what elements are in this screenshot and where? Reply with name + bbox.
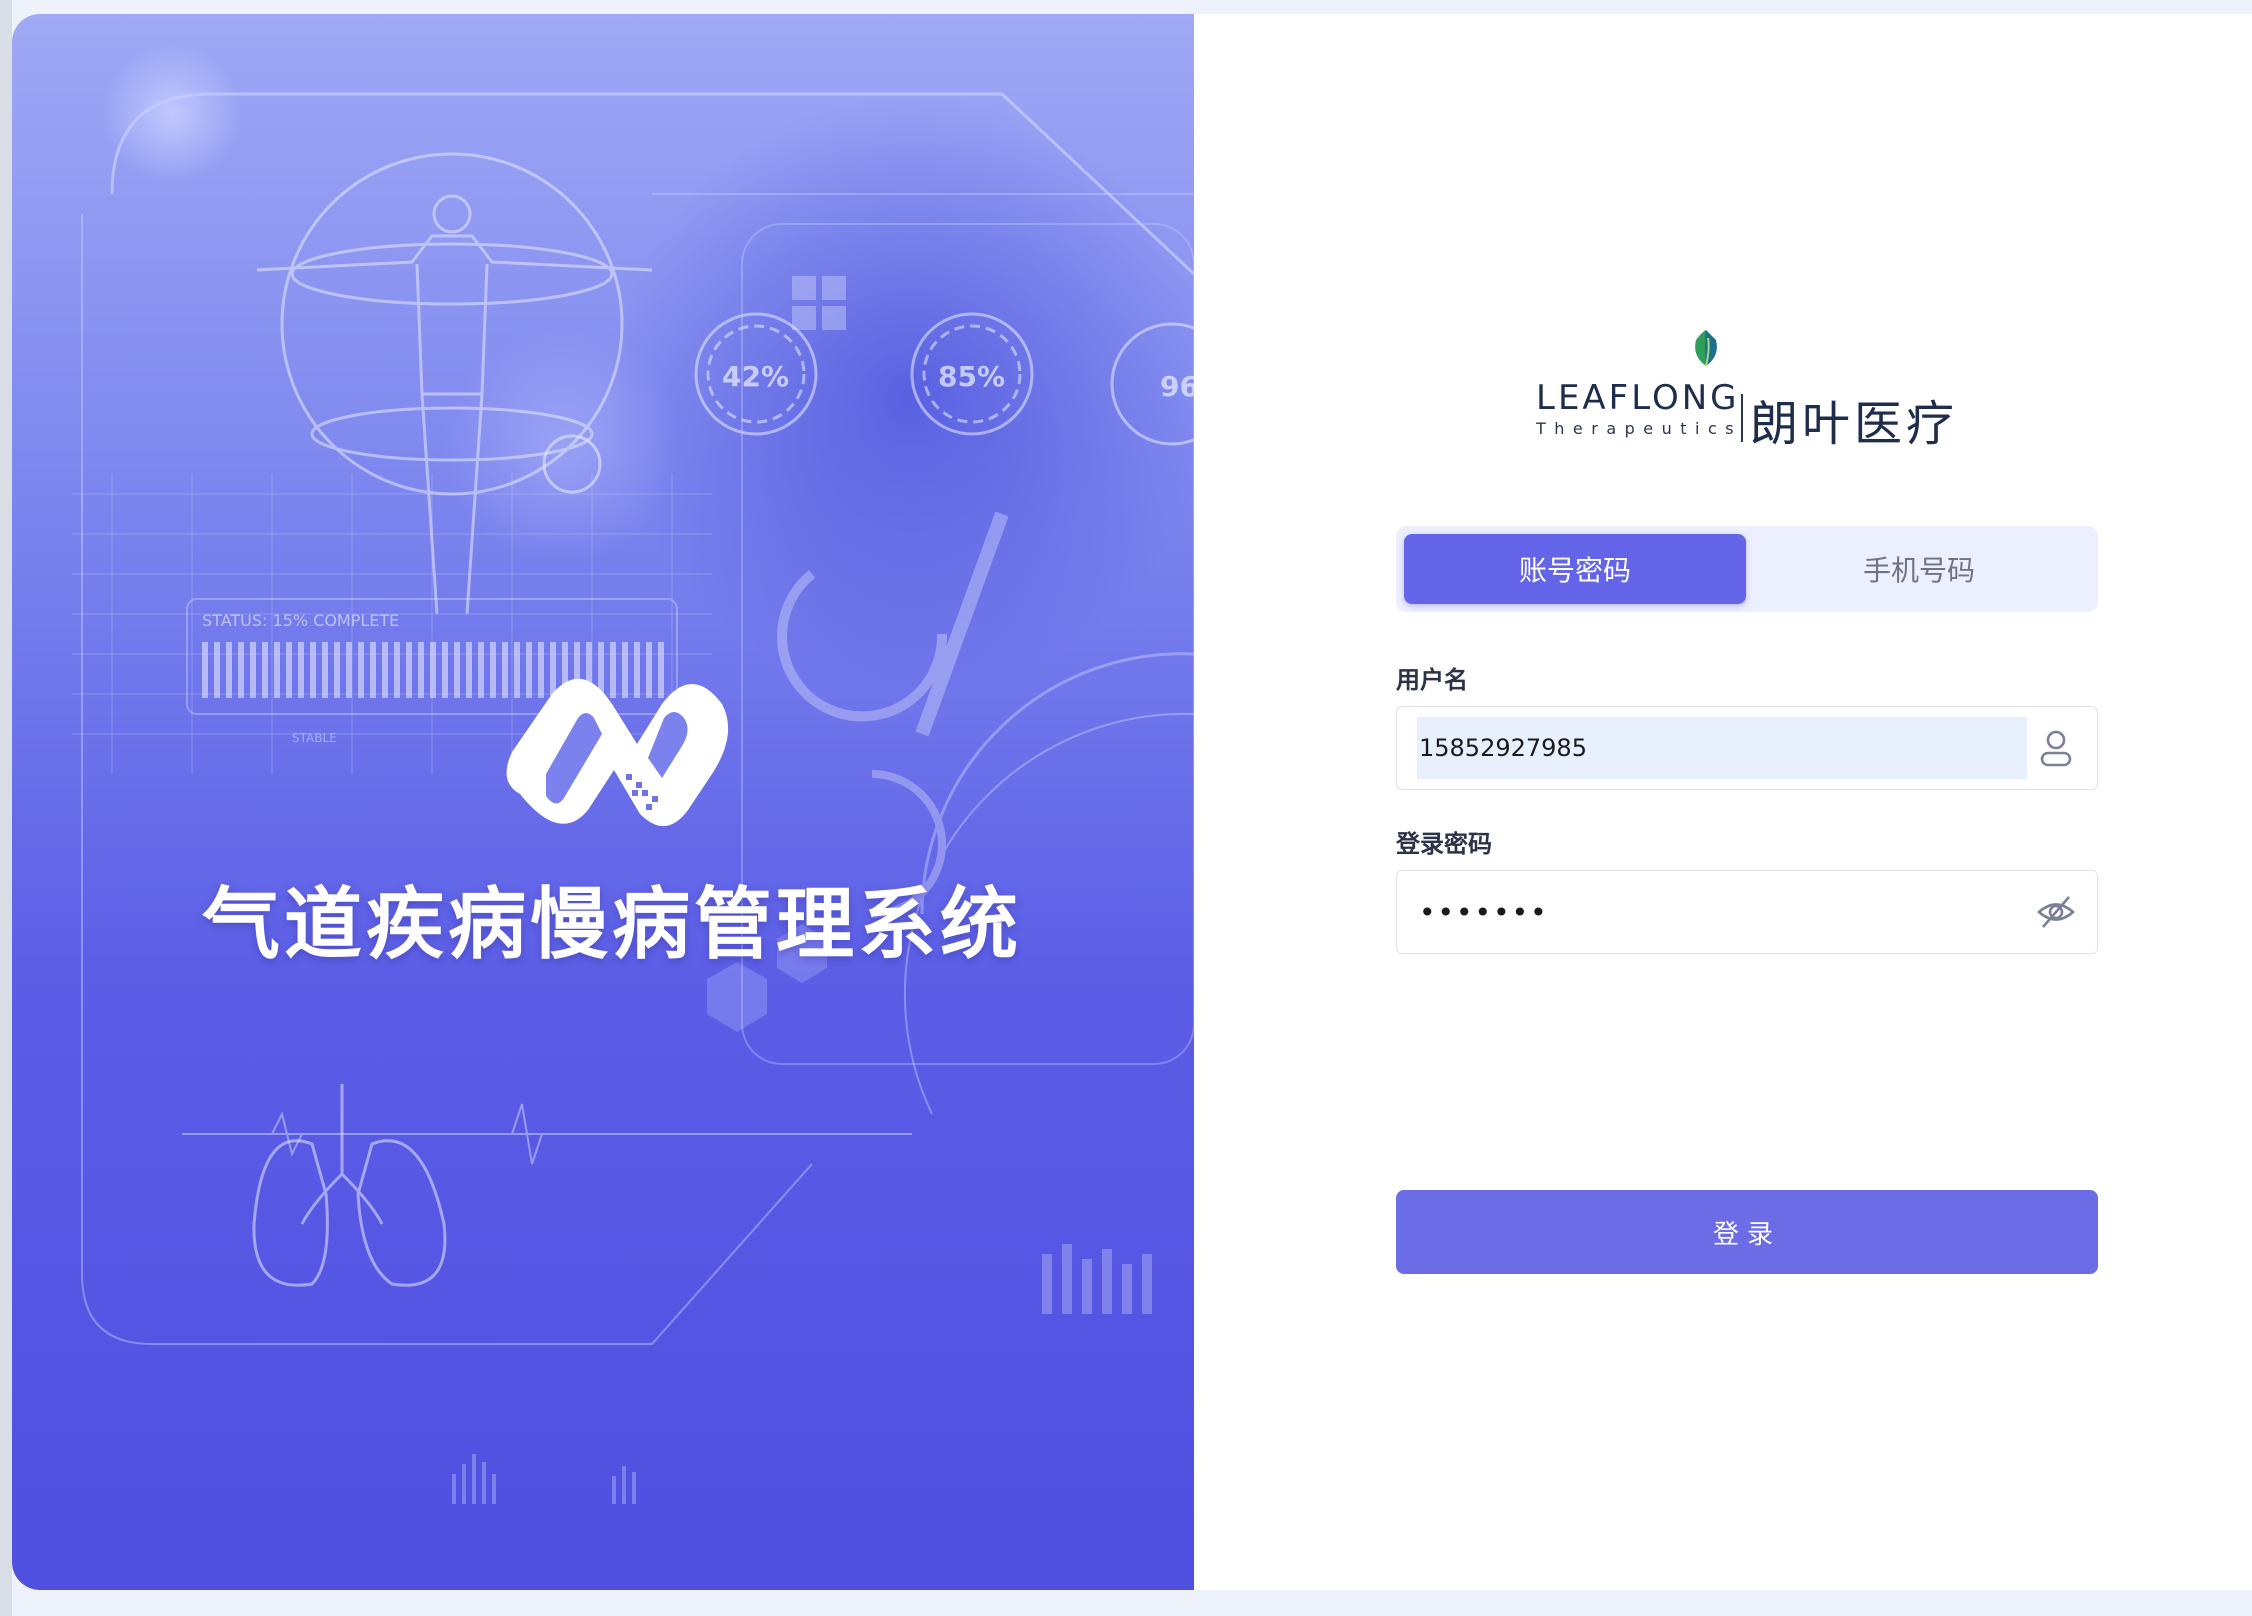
brand-name-cn: 朗叶医疗 [1750, 396, 1959, 452]
password-label: 登录密码 [1396, 830, 1492, 858]
gauge-42: 42% [722, 360, 789, 393]
brand-english: LEAFLONG Therapeutics [1536, 380, 1742, 438]
brand-name-en: LEAFLONG [1536, 378, 1740, 418]
login-panel: LEAFLONG Therapeutics 朗叶医疗 账号密码 手机号码 用户名… [1194, 14, 2252, 1590]
password-field-wrapper [1396, 870, 2098, 954]
username-input[interactable] [1417, 717, 2027, 779]
tab-account-password[interactable]: 账号密码 [1404, 534, 1746, 604]
eye-off-icon[interactable] [2035, 891, 2077, 933]
app-logo [506, 678, 729, 827]
leaf-icon [1695, 330, 1717, 367]
status-text: STATUS: 15% COMPLETE [202, 611, 399, 630]
gauge-85: 85% [938, 360, 1005, 393]
username-label: 用户名 [1396, 666, 1468, 694]
brand-sub-en: Therapeutics [1536, 419, 1743, 438]
brand-separator [1741, 394, 1743, 442]
login-button[interactable]: 登录 [1396, 1190, 2098, 1274]
window-edge [0, 0, 12, 1616]
system-title: 气道疾病慢病管理系统 [202, 880, 1023, 970]
stable-text: STABLE [292, 731, 337, 745]
hero-background-art: 42% 85% 96 STATUS: 15% COMPLETE STABLE [72, 44, 1194, 1504]
user-icon [2040, 730, 2072, 767]
gauge-96: 96 [1160, 370, 1194, 403]
hero-panel: 42% 85% 96 STATUS: 15% COMPLETE STABLE 气… [12, 14, 1194, 1590]
username-field-wrapper [1396, 706, 2098, 790]
password-input[interactable] [1417, 881, 2027, 943]
login-tabs: 账号密码 手机号码 [1396, 526, 2098, 612]
tab-phone-number[interactable]: 手机号码 [1748, 534, 2090, 604]
